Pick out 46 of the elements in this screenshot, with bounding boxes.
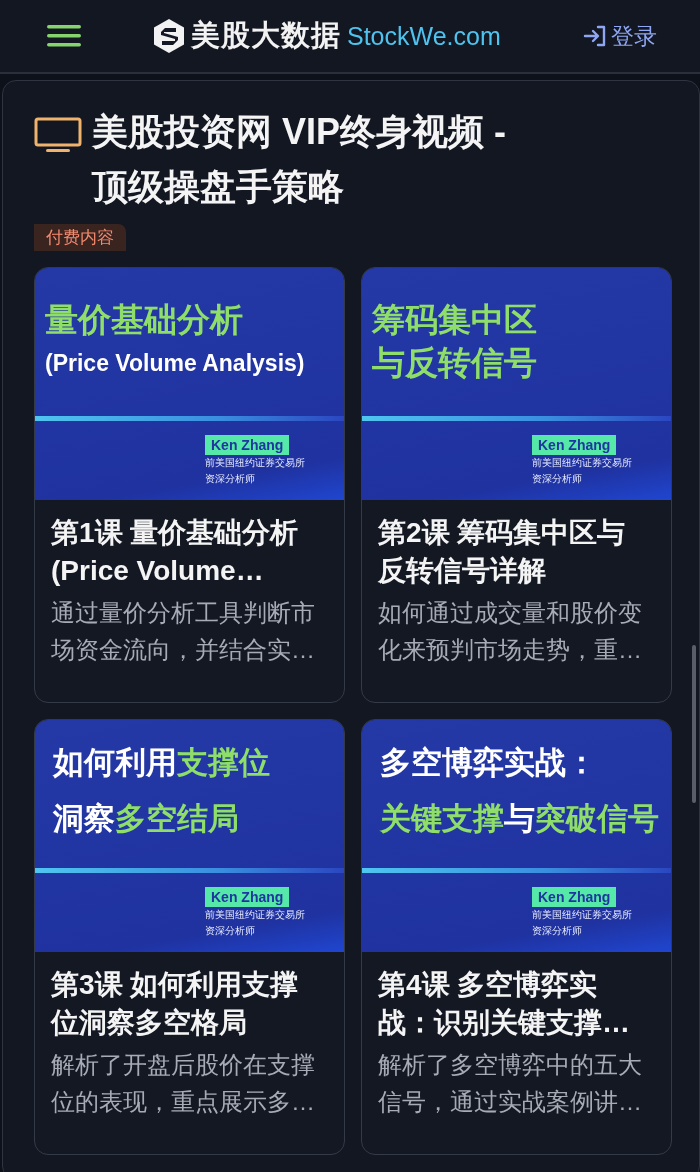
page-title: 美股投资网 VIP终身视频 - 顶级操盘手策略	[92, 110, 508, 209]
course-title[interactable]: 第2课 筹码集中区与反转信号详解	[362, 500, 671, 590]
course-card[interactable]: 量价基础分析 (Price Volume Analysis) Ken Zhang 前美国纽约证券交易所 资深分析师 第1课 量价基础分析 (Price Volume… 通过量价分析工具判断市场资金流向，并结合实…	[34, 267, 345, 703]
thumbnail-headline: 如何利用支撑位	[52, 744, 271, 782]
scrollbar[interactable]	[692, 645, 696, 803]
course-description: 如何通过成交量和股价变化来预判市场走势，重…	[377, 598, 643, 665]
author-name: Ken Zhang	[532, 435, 617, 455]
course-description: 解析了开盘后股价在支撑位的表现，重点展示多…	[50, 1050, 316, 1117]
author-name: Ken Zhang	[205, 435, 290, 455]
author-title: 前美国纽约证券交易所	[532, 908, 633, 922]
logo-icon[interactable]	[153, 18, 185, 54]
thumbnail-headline: 与反转信号	[372, 343, 538, 383]
author-title: 资深分析师	[205, 924, 256, 938]
thumbnail-headline: 量价基础分析	[45, 300, 244, 340]
author-name: Ken Zhang	[532, 887, 617, 907]
paid-content-tag: 付费内容	[34, 224, 126, 251]
course-thumbnail[interactable]: 筹码集中区 与反转信号 Ken Zhang 前美国纽约证券交易所 资深分析师	[362, 268, 671, 500]
author-title: 资深分析师	[532, 472, 583, 486]
thumbnail-headline: 多空博弈实战：	[379, 744, 598, 782]
login-link[interactable]: 登录	[583, 20, 657, 52]
author-title: 资深分析师	[532, 924, 583, 938]
course-thumbnail[interactable]: 如何利用支撑位 洞察多空结局 Ken Zhang 前美国纽约证券交易所 资深分析师	[35, 720, 344, 952]
tv-icon	[34, 117, 82, 153]
thumbnail-headline: (Price Volume Analysis)	[45, 349, 306, 378]
thumbnail-headline: 洞察多空结局	[52, 800, 240, 838]
author-title: 资深分析师	[205, 472, 256, 486]
course-card[interactable]: 筹码集中区 与反转信号 Ken Zhang 前美国纽约证券交易所 资深分析师 第2课 筹码集中区与反转信号详解 如何通过成交量和股价变化来预判市场走势，重…	[361, 267, 672, 703]
brand-domain[interactable]: StockWe.com	[347, 21, 501, 51]
course-title[interactable]: 第3课 如何利用支撑位洞察多空格局	[35, 952, 344, 1042]
course-thumbnail[interactable]: 量价基础分析 (Price Volume Analysis) Ken Zhang 前美国纽约证券交易所 资深分析师	[35, 268, 344, 500]
course-card[interactable]: 如何利用支撑位 洞察多空结局 Ken Zhang 前美国纽约证券交易所 资深分析师 第3课 如何利用支撑位洞察多空格局 解析了开盘后股价在支撑位的表现，重点展示多…	[34, 719, 345, 1155]
course-title[interactable]: 第1课 量价基础分析 (Price Volume…	[35, 500, 344, 590]
thumbnail-headline: 筹码集中区	[372, 300, 538, 340]
course-description: 解析了多空博弈中的五大信号，通过实战案例讲…	[377, 1050, 643, 1117]
author-title: 前美国纽约证券交易所	[532, 456, 633, 470]
course-thumbnail[interactable]: 多空博弈实战： 关键支撑与突破信号 Ken Zhang 前美国纽约证券交易所 资深分析师	[362, 720, 671, 952]
login-icon	[583, 24, 607, 48]
brand-name[interactable]: 美股大数据	[191, 16, 341, 56]
author-title: 前美国纽约证券交易所	[205, 456, 306, 470]
author-title: 前美国纽约证券交易所	[205, 908, 306, 922]
course-title[interactable]: 第4课 多空博弈实战：识别关键支撑…	[362, 952, 671, 1042]
course-card[interactable]: 多空博弈实战： 关键支撑与突破信号 Ken Zhang 前美国纽约证券交易所 资深分析师 第4课 多空博弈实战：识别关键支撑… 解析了多空博弈中的五大信号，通过实战案例讲…	[361, 719, 672, 1155]
course-description: 通过量价分析工具判断市场资金流向，并结合实…	[50, 598, 316, 665]
author-name: Ken Zhang	[205, 887, 290, 907]
menu-icon[interactable]	[47, 24, 81, 48]
thumbnail-headline: 关键支撑与突破信号	[379, 800, 660, 838]
